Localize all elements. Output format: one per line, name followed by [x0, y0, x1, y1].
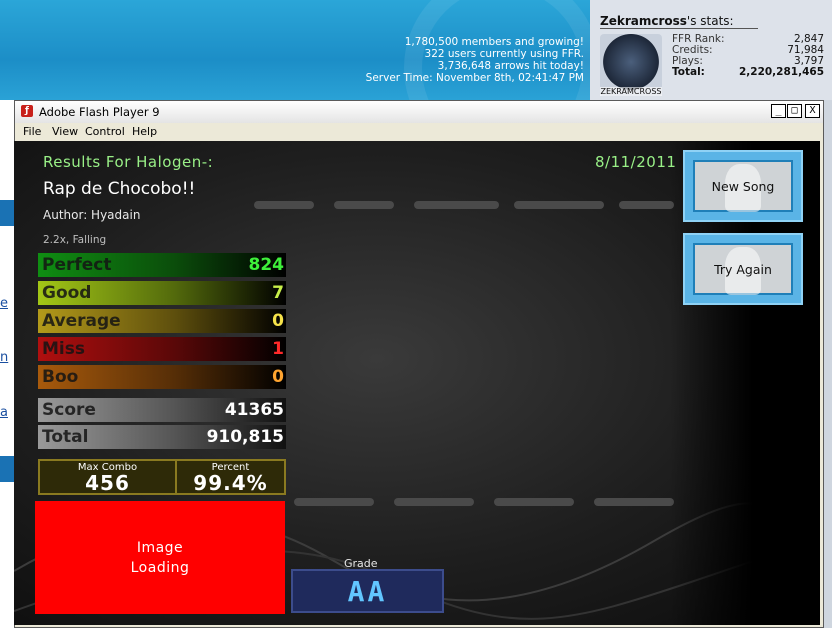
try-again-button-face[interactable]: Try Again: [693, 243, 793, 295]
score-row: Score 41365: [38, 398, 286, 422]
judgement-label: Average: [42, 311, 121, 331]
judgement-boo: Boo 0: [38, 365, 286, 389]
max-combo-value: 456: [85, 471, 130, 495]
menu-file[interactable]: File: [23, 125, 41, 138]
total-value: 910,815: [206, 427, 284, 447]
total-label: Total: [42, 427, 89, 447]
username-link[interactable]: Zekramcross: [600, 14, 687, 28]
try-again-button[interactable]: Try Again: [683, 233, 803, 305]
song-author: Author: Hyadain: [43, 208, 141, 222]
judgement-count: 0: [272, 311, 284, 331]
score-value: 41365: [224, 400, 284, 420]
stat-value: 2,220,281,465: [738, 66, 824, 78]
image-loading-placeholder: Image Loading: [35, 501, 285, 614]
judgement-label: Perfect: [42, 255, 112, 275]
image-loading-text: Image Loading: [130, 539, 190, 576]
close-button[interactable]: X: [805, 104, 820, 118]
background-page-edge: e n a: [0, 100, 14, 628]
avatar-caption: ZEKRAMCROSS: [600, 87, 662, 96]
window-title: Adobe Flash Player 9: [39, 105, 160, 119]
percent-value: 99.4%: [193, 471, 268, 495]
play-settings: 2.2x, Falling: [43, 234, 107, 246]
menu-bar: File View Control Help: [15, 123, 823, 141]
grade-value: AA: [347, 574, 388, 608]
site-header: 1,780,500 members and growing! 322 users…: [0, 0, 590, 100]
maximize-button[interactable]: □: [787, 104, 802, 118]
stat-total: Total: 2,220,281,465: [672, 67, 824, 78]
total-row: Total 910,815: [38, 425, 286, 449]
results-header: Results For Halogen-:: [43, 153, 214, 171]
stats-title-suffix: 's stats:: [686, 14, 734, 28]
users-online: 322 users currently using FFR.: [424, 48, 584, 60]
stats-table: FFR Rank: 2,847 Credits: 71,984 Plays: 3…: [672, 34, 824, 78]
judgement-label: Good: [42, 283, 92, 303]
max-combo-box: Max Combo 456: [38, 459, 177, 495]
judgement-count: 0: [272, 367, 284, 387]
judgement-count: 824: [248, 255, 285, 275]
new-song-button[interactable]: New Song: [683, 150, 803, 222]
stat-label: Total:: [672, 66, 705, 78]
user-stats-panel: Zekramcross's stats: ZEKRAMCROSS FFR Ran…: [590, 0, 832, 100]
background-nav-bar: [0, 200, 14, 226]
try-again-label: Try Again: [714, 261, 772, 277]
menu-view[interactable]: View: [52, 125, 78, 138]
arrows-today: 3,736,648 arrows hit today!: [437, 60, 584, 72]
menu-help[interactable]: Help: [132, 125, 157, 138]
judgement-miss: Miss 1: [38, 337, 286, 361]
flash-app-icon: ƒ: [21, 105, 33, 117]
stats-divider: [600, 28, 758, 29]
results-screen: Results For Halogen-: 8/11/2011 Rap de C…: [14, 141, 820, 625]
new-song-button-face[interactable]: New Song: [693, 160, 793, 212]
menu-control[interactable]: Control: [85, 125, 125, 138]
score-label: Score: [42, 400, 96, 420]
judgement-label: Miss: [42, 339, 85, 359]
percent-box: Percent 99.4%: [175, 459, 286, 495]
song-title: Rap de Chocobo!!: [43, 179, 196, 199]
background-link[interactable]: n: [0, 350, 8, 365]
members-count: 1,780,500 members and growing!: [404, 36, 584, 48]
user-stats-title: Zekramcross's stats:: [600, 14, 734, 28]
new-song-label: New Song: [711, 178, 775, 194]
judgement-perfect: Perfect 824: [38, 253, 286, 277]
avatar[interactable]: ZEKRAMCROSS: [600, 34, 662, 96]
grade-box: AA: [291, 569, 444, 613]
results-date: 8/11/2011: [595, 153, 677, 171]
judgement-count: 7: [272, 283, 284, 303]
background-link[interactable]: a: [0, 405, 8, 420]
window-titlebar[interactable]: ƒ Adobe Flash Player 9 _ □ X: [15, 101, 823, 124]
judgement-label: Boo: [42, 367, 79, 387]
judgement-count: 1: [272, 339, 284, 359]
judgement-good: Good 7: [38, 281, 286, 305]
judgement-average: Average 0: [38, 309, 286, 333]
minimize-button[interactable]: _: [771, 104, 786, 118]
background-nav-bar: [0, 456, 14, 482]
server-time: Server Time: November 8th, 02:41:47 PM: [365, 72, 584, 84]
background-link[interactable]: e: [0, 296, 8, 311]
site-stats: 1,780,500 members and growing! 322 users…: [366, 36, 584, 84]
